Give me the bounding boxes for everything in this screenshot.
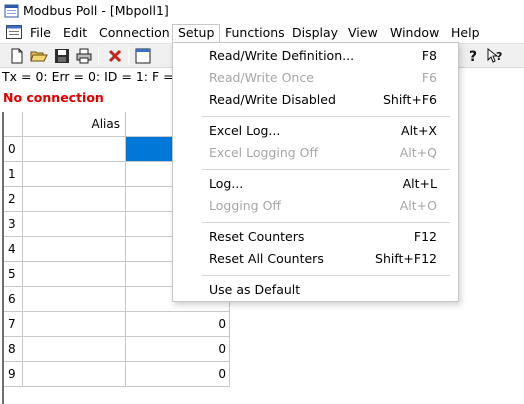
alias-cell[interactable] — [23, 162, 126, 187]
context-help-icon[interactable]: ? — [486, 47, 504, 65]
menu-separator — [202, 222, 450, 223]
save-icon[interactable] — [53, 47, 71, 65]
menu-reset-counters[interactable]: Reset Counters F12 — [173, 226, 458, 248]
menu-item-shortcut: Alt+O — [399, 198, 437, 213]
menu-view[interactable]: View — [343, 24, 383, 42]
connection-status: No connection — [3, 90, 104, 105]
help-icon[interactable]: ? — [464, 47, 482, 65]
menu-read-write-disabled[interactable]: Read/Write Disabled Shift+F6 — [173, 89, 458, 111]
menu-window[interactable]: Window — [385, 24, 444, 42]
menu-logging-off: Logging Off Alt+O — [173, 195, 458, 217]
menu-item-label: Excel Logging Off — [209, 145, 319, 160]
menu-item-label: Log... — [209, 176, 244, 191]
menu-item-label: Read/Write Definition... — [209, 48, 355, 63]
alias-cell[interactable] — [23, 337, 126, 362]
menu-read-write-once: Read/Write Once F6 — [173, 67, 458, 89]
toolbar-separator — [98, 47, 99, 65]
menu-excel-log[interactable]: Excel Log... Alt+X — [173, 120, 458, 142]
value-cell[interactable]: 0 — [126, 362, 230, 387]
row-index: 8 — [4, 337, 23, 362]
menu-item-shortcut: Alt+Q — [399, 145, 437, 160]
menu-item-shortcut: F8 — [421, 48, 437, 63]
menu-excel-logging-off: Excel Logging Off Alt+Q — [173, 142, 458, 164]
setup-dropdown-menu: Read/Write Definition... F8 Read/Write O… — [172, 42, 459, 302]
menu-item-label: Excel Log... — [209, 123, 281, 138]
menu-item-label: Logging Off — [209, 198, 282, 213]
document-menu-icon[interactable] — [6, 25, 22, 39]
menu-separator — [202, 275, 450, 276]
menu-edit[interactable]: Edit — [58, 24, 92, 42]
menu-item-shortcut: F6 — [421, 70, 437, 85]
menu-log[interactable]: Log... Alt+L — [173, 173, 458, 195]
menu-separator — [202, 116, 450, 117]
alias-cell[interactable] — [23, 187, 126, 212]
menu-display[interactable]: Display — [287, 24, 343, 42]
menu-bar: File Edit Connection Setup Functions Dis… — [0, 22, 524, 43]
value-cell[interactable]: 0 — [126, 337, 230, 362]
row-index: 2 — [4, 187, 23, 212]
menu-item-label: Read/Write Once — [209, 70, 314, 85]
toolbar-separator — [128, 47, 129, 65]
menu-connection[interactable]: Connection — [94, 24, 175, 42]
row-index: 6 — [4, 287, 23, 312]
value-cell[interactable]: 0 — [126, 312, 230, 337]
alias-cell[interactable] — [23, 312, 126, 337]
svg-text:?: ? — [496, 50, 502, 63]
window-icon[interactable] — [134, 47, 152, 65]
row-index: 4 — [4, 237, 23, 262]
column-header-alias[interactable]: Alias — [23, 112, 126, 137]
menu-item-label: Reset Counters — [209, 229, 305, 244]
app-icon — [4, 4, 19, 18]
alias-cell[interactable] — [23, 262, 126, 287]
delete-icon[interactable] — [106, 47, 124, 65]
menu-item-shortcut: Shift+F6 — [382, 92, 437, 107]
alias-cell[interactable] — [23, 287, 126, 312]
window-title: Modbus Poll - [Mbpoll1] — [23, 3, 169, 18]
alias-cell[interactable] — [23, 212, 126, 237]
row-index: 7 — [4, 312, 23, 337]
row-index: 9 — [4, 362, 23, 387]
menu-reset-all-counters[interactable]: Reset All Counters Shift+F12 — [173, 248, 458, 270]
menu-separator — [202, 169, 450, 170]
new-icon[interactable] — [8, 47, 26, 65]
menu-item-shortcut: Alt+L — [402, 176, 437, 191]
row-index: 1 — [4, 162, 23, 187]
menu-file[interactable]: File — [25, 24, 56, 42]
alias-cell[interactable] — [23, 237, 126, 262]
svg-text:?: ? — [469, 49, 477, 65]
row-index: 5 — [4, 262, 23, 287]
menu-item-shortcut: Alt+X — [401, 123, 437, 138]
status-line: Tx = 0: Err = 0: ID = 1: F = — [2, 69, 174, 84]
grid-corner — [4, 112, 23, 137]
row-index: 0 — [4, 137, 23, 162]
menu-item-shortcut: F12 — [413, 229, 437, 244]
menu-functions[interactable]: Functions — [220, 24, 290, 42]
open-folder-icon[interactable] — [30, 47, 48, 65]
title-bar: Modbus Poll - [Mbpoll1] — [0, 0, 524, 22]
menu-item-label: Reset All Counters — [209, 251, 324, 266]
row-index: 3 — [4, 212, 23, 237]
menu-setup[interactable]: Setup — [172, 24, 221, 42]
menu-item-label: Read/Write Disabled — [209, 92, 336, 107]
menu-use-as-default[interactable]: Use as Default — [173, 279, 458, 301]
menu-item-shortcut: Shift+F12 — [375, 251, 437, 266]
menu-help[interactable]: Help — [446, 24, 485, 42]
menu-read-write-definition[interactable]: Read/Write Definition... F8 — [173, 45, 458, 67]
menu-item-label: Use as Default — [209, 282, 301, 297]
alias-cell[interactable] — [23, 362, 126, 387]
alias-cell[interactable] — [23, 137, 126, 162]
print-icon[interactable] — [75, 47, 93, 65]
